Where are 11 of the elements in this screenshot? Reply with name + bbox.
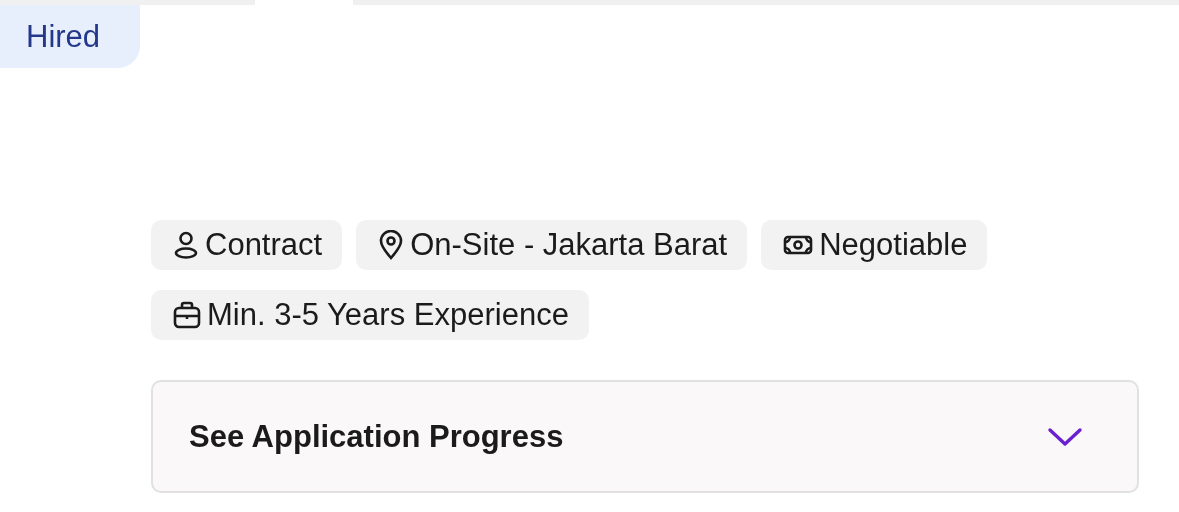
chevron-down-icon	[1047, 426, 1083, 447]
person-icon	[173, 230, 199, 260]
banknote-icon	[783, 234, 814, 256]
tag-label: On-Site - Jakarta Barat	[410, 227, 728, 263]
tag-label: Negotiable	[819, 227, 968, 263]
status-badge: Hired	[0, 5, 140, 68]
location-pin-icon	[378, 230, 405, 260]
application-progress-accordion[interactable]: See Application Progress	[151, 380, 1139, 493]
tag-label: Contract	[205, 227, 323, 263]
tag-label: Min. 3-5 Years Experience	[207, 297, 569, 333]
briefcase-icon	[173, 300, 201, 330]
